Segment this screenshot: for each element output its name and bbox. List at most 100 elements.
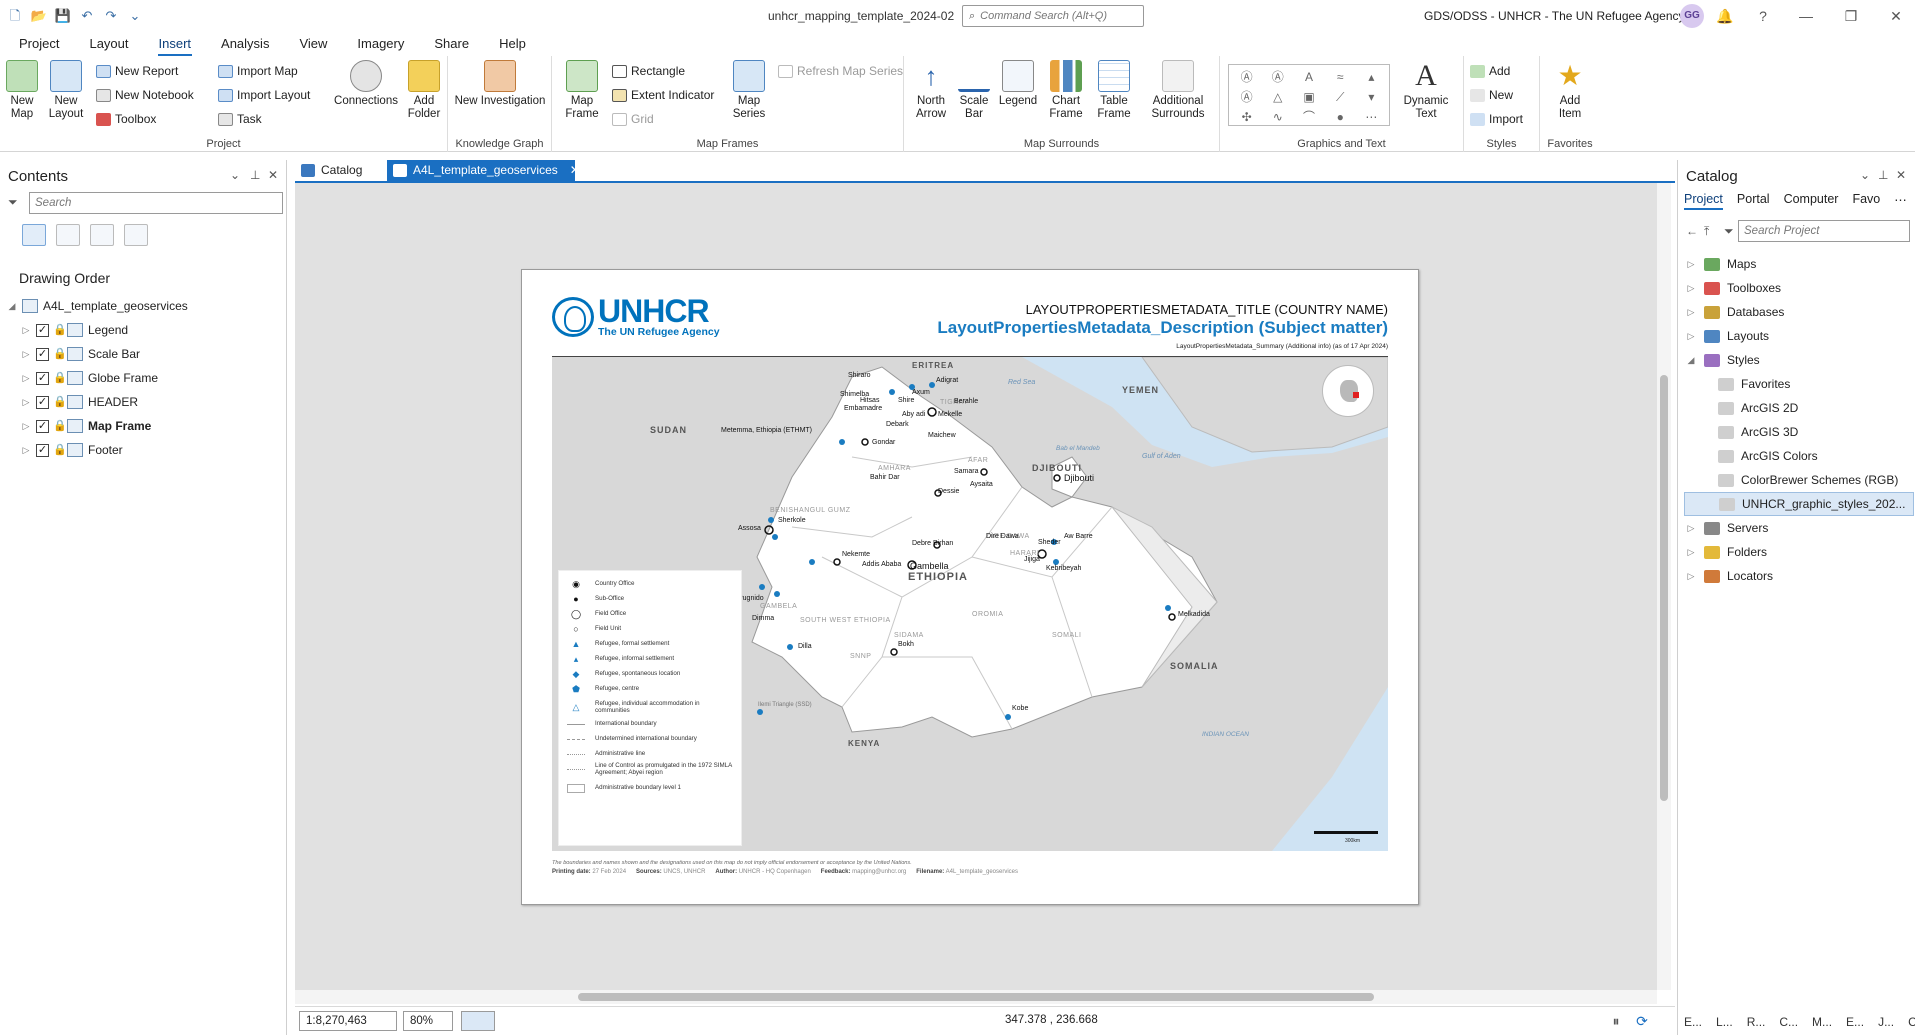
expand-icon[interactable]: ▷: [1684, 331, 1698, 342]
lock-icon[interactable]: 🔒: [53, 324, 67, 336]
map-series-button[interactable]: Map Series: [728, 60, 770, 121]
dynamic-text-button[interactable]: A Dynamic Text: [1398, 60, 1454, 121]
command-search[interactable]: ⌕ Command Search (Alt+Q): [962, 5, 1144, 27]
new-notebook-button[interactable]: New Notebook: [96, 88, 194, 102]
catalog-item[interactable]: ArcGIS 3D: [1684, 420, 1914, 444]
catalog-menu-icon[interactable]: ⌄: [1860, 168, 1870, 182]
expand-icon[interactable]: ▷: [20, 397, 32, 408]
additional-surrounds-button[interactable]: Additional Surrounds: [1140, 60, 1216, 121]
legend-button[interactable]: Legend: [996, 60, 1040, 108]
contents-item[interactable]: ▷ ✓ 🔒 Legend: [6, 318, 286, 342]
bottom-pane-tab[interactable]: R...: [1747, 1015, 1766, 1029]
tab-project[interactable]: Project: [4, 32, 74, 56]
catalog-item[interactable]: ▷ Folders: [1684, 540, 1914, 564]
tab-insert[interactable]: Insert: [144, 32, 207, 56]
lock-icon[interactable]: 🔒: [53, 396, 67, 408]
catalog-item[interactable]: ▷ Databases: [1684, 300, 1914, 324]
connections-button[interactable]: Connections: [332, 60, 400, 108]
visibility-checkbox[interactable]: ✓: [36, 347, 49, 361]
curve-text-icon[interactable]: ≈: [1325, 67, 1356, 87]
scale-bar-button[interactable]: Scale Bar: [956, 60, 992, 121]
close-tab-icon[interactable]: ✕: [570, 163, 580, 177]
tab-layout[interactable]: Layout: [74, 32, 143, 56]
restore-icon[interactable]: ❐: [1840, 6, 1862, 26]
grid-snap-icon[interactable]: [461, 1011, 495, 1031]
task-button[interactable]: Task: [218, 112, 262, 126]
contents-item[interactable]: ▷ ✓ 🔒 Footer: [6, 438, 286, 462]
expand-icon[interactable]: ▷: [1684, 307, 1698, 318]
collapse-icon[interactable]: ◢: [1684, 355, 1698, 366]
catalog-item[interactable]: ▷ Toolboxes: [1684, 276, 1914, 300]
catalog-search-input[interactable]: Search Project: [1738, 220, 1910, 242]
list-by-selection-icon[interactable]: [90, 224, 114, 246]
picture-icon[interactable]: ▣: [1293, 87, 1324, 107]
more-tabs-icon[interactable]: ⋯: [1894, 192, 1907, 210]
expand-icon[interactable]: ▷: [1684, 571, 1698, 582]
scroll-up-icon[interactable]: ▴: [1356, 67, 1387, 87]
expand-icon[interactable]: ▷: [1684, 259, 1698, 270]
contents-item[interactable]: ▷ ✓ 🔒 Map Frame: [6, 414, 286, 438]
table-frame-button[interactable]: Table Frame: [1092, 60, 1136, 121]
expand-icon[interactable]: ▷: [20, 325, 32, 336]
new-project-icon[interactable]: 🗋: [6, 8, 24, 24]
straight-text-icon[interactable]: A: [1293, 67, 1324, 87]
collapse-icon[interactable]: ◢: [6, 301, 18, 312]
visibility-checkbox[interactable]: ✓: [36, 443, 49, 457]
layout-canvas[interactable]: UNHCR The UN Refugee Agency LAYOUTPROPER…: [295, 183, 1657, 990]
map-frame[interactable]: ERITREA YEMEN SUDAN DJIBOUTI ETHIOPIA SOMALIA…: [552, 357, 1388, 851]
new-layout-button[interactable]: New Layout: [44, 60, 88, 121]
list-by-editing-icon[interactable]: [124, 224, 148, 246]
catalog-item[interactable]: ColorBrewer Schemes (RGB): [1684, 468, 1914, 492]
horizontal-scrollbar[interactable]: [295, 990, 1657, 1004]
style-new-button[interactable]: New: [1470, 88, 1513, 102]
notification-icon[interactable]: 🔔: [1714, 6, 1736, 26]
contents-search-input[interactable]: Search: [29, 192, 283, 214]
lock-icon[interactable]: 🔒: [53, 348, 67, 360]
bottom-pane-tab[interactable]: C...: [1908, 1015, 1915, 1029]
visibility-checkbox[interactable]: ✓: [36, 323, 49, 337]
vertical-scrollbar[interactable]: [1657, 183, 1671, 990]
horizontal-scroll-thumb[interactable]: [578, 993, 1374, 1001]
tab-layout-view[interactable]: A4L_template_geoservices ✕: [387, 160, 580, 181]
expand-icon[interactable]: ▷: [1684, 283, 1698, 294]
bottom-pane-tab[interactable]: E...: [1846, 1015, 1864, 1029]
bottom-pane-tab[interactable]: E...: [1684, 1015, 1702, 1029]
catalog-item[interactable]: Favorites: [1684, 372, 1914, 396]
catalog-tab-project[interactable]: Project: [1684, 192, 1723, 210]
catalog-item[interactable]: ArcGIS 2D: [1684, 396, 1914, 420]
style-import-button[interactable]: Import: [1470, 112, 1523, 126]
expand-icon[interactable]: ▷: [20, 421, 32, 432]
tab-catalog-view[interactable]: Catalog: [295, 160, 381, 181]
pause-drawing-icon[interactable]: ⏸: [1605, 1011, 1627, 1031]
contents-item[interactable]: ▷ ✓ 🔒 HEADER: [6, 390, 286, 414]
visibility-checkbox[interactable]: ✓: [36, 395, 49, 409]
filter-icon[interactable]: ⏷: [8, 195, 18, 210]
text-icon[interactable]: Ⓐ: [1231, 67, 1262, 87]
catalog-filter-icon[interactable]: ⏷: [1724, 224, 1734, 239]
help-icon[interactable]: ?: [1752, 6, 1774, 26]
expand-icon[interactable]: ▷: [20, 445, 32, 456]
open-project-icon[interactable]: 📂: [30, 8, 48, 24]
pane-menu-icon[interactable]: ⌄: [230, 168, 240, 182]
extent-indicator-button[interactable]: Extent Indicator: [612, 88, 714, 102]
tab-imagery[interactable]: Imagery: [342, 32, 419, 56]
scroll-down-icon[interactable]: ▾: [1356, 87, 1387, 107]
lock-icon[interactable]: 🔒: [53, 420, 67, 432]
add-folder-button[interactable]: Add Folder: [404, 60, 444, 121]
refresh-map-series-button[interactable]: Refresh Map Series: [778, 64, 903, 78]
catalog-item[interactable]: ArcGIS Colors: [1684, 444, 1914, 468]
chart-frame-button[interactable]: Chart Frame: [1044, 60, 1088, 121]
redo-icon[interactable]: ↷: [102, 8, 120, 24]
catalog-item[interactable]: ▷ Servers: [1684, 516, 1914, 540]
bottom-pane-tab[interactable]: L...: [1716, 1015, 1733, 1029]
map-legend[interactable]: ◉ Country Office ● Sub-Office ◯ Field Office ○…: [558, 570, 742, 846]
grid-button[interactable]: Grid: [612, 112, 654, 126]
layout-root-item[interactable]: ◢ A4L_template_geoservices: [6, 294, 286, 318]
line-icon[interactable]: ⟋: [1325, 87, 1356, 107]
expand-icon[interactable]: ▷: [1684, 523, 1698, 534]
tab-help[interactable]: Help: [484, 32, 541, 56]
folder-up-icon[interactable]: ⤒: [1704, 224, 1709, 239]
pin-icon[interactable]: ⊥: [250, 168, 260, 182]
graphics-gallery[interactable]: Ⓐ Ⓐ A ≈ ▴ Ⓐ △ ▣ ⟋ ▾ ✣ ∿ ⌒ ● ⋯: [1228, 64, 1390, 126]
catalog-item[interactable]: ▷ Locators: [1684, 564, 1914, 588]
